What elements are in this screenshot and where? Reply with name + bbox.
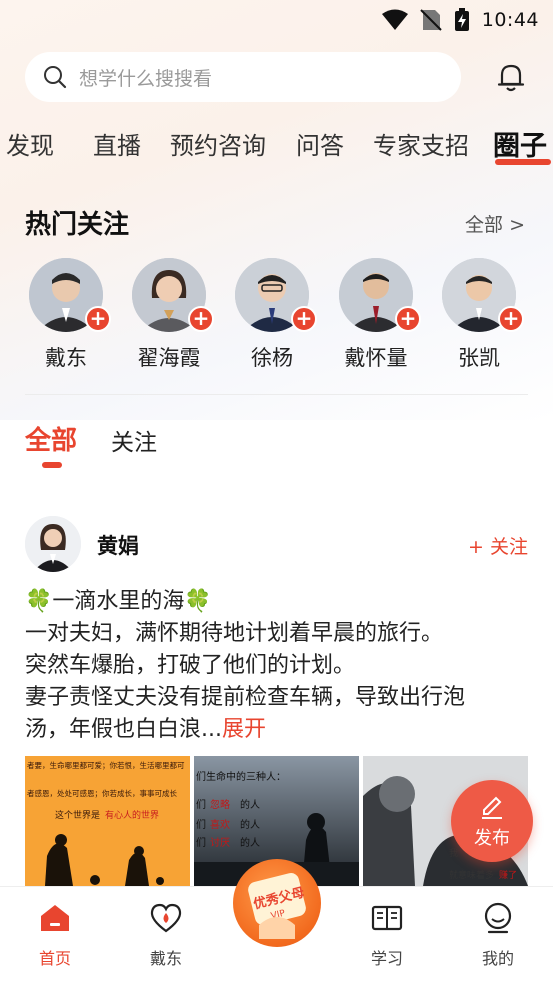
image-text: 们 [196,836,206,849]
tab-circle[interactable]: 圈子 [493,124,547,163]
nav-mine[interactable]: 我的 [458,901,538,969]
avatar[interactable] [25,516,81,572]
heart-icon [150,903,182,933]
image-text: 者感恩，处处可感恩；你若成长，事事可成长 [27,788,177,798]
profile-icon [484,902,512,934]
expert-card[interactable]: + 翟海霞 [117,258,221,372]
image-text: 忽略 [210,798,230,811]
expand-link[interactable]: 展开 [222,717,266,742]
post-username[interactable]: 黄娟 [97,530,139,560]
expert-card[interactable]: + 戴怀量 [324,258,428,372]
status-bar: 10:44 [0,0,553,40]
no-sim-icon [420,9,442,31]
image-text: 们生命中的三种人： [196,770,286,783]
post-body: 🍀一滴水里的海🍀 一对夫妇，满怀期待地计划着早晨的旅行。 突然车爆胎，打破了他们… [25,586,528,746]
image-text: 喜欢 [210,818,230,831]
search-icon [44,66,67,89]
search-input[interactable]: 想学什么搜搜看 [25,52,461,102]
expert-list: + 戴东 + 翟海霞 + 徐杨 + 戴怀量 + 张凯 [0,258,553,378]
image-text: 有心人的世界 [105,809,159,821]
see-all-link[interactable]: 全部 > [465,210,525,237]
image-text: 赚了 [499,869,517,881]
nav-label: 戴东 [149,949,182,968]
feed-tab-indicator [42,462,62,468]
image-text: 们 [196,818,206,831]
image-text: 的人 [240,798,260,811]
section-title: 热门关注 [25,210,130,240]
pencil-icon [482,796,502,819]
nav-learn[interactable]: 学习 [347,901,427,969]
tab-live[interactable]: 直播 [93,126,141,161]
image-text: 者要，生命哪里都可爱；你若恨，生活哪里都可 [27,760,185,770]
divider [25,394,528,395]
vip-center-button[interactable]: 优秀父母 VIP [233,859,321,947]
nav-label: 我的 [481,949,514,968]
post-image[interactable]: 者要，生命哪里都可爱；你若恨，生活哪里都可 者感恩，处处可感恩；你若成长，事事可… [25,756,190,886]
feed-post[interactable]: 黄娟 + 关注 🍀一滴水里的海🍀 一对夫妇，满怀期待地计划着早晨的旅行。 突然车… [25,516,528,746]
tab-qa[interactable]: 问答 [296,126,344,161]
post-line: 一对夫妇，满怀期待地计划着早晨的旅行。 [25,621,444,646]
expert-card[interactable]: + 戴东 [14,258,118,372]
post-line: 🍀一滴水里的海🍀 [25,589,212,614]
image-text: 们 [196,798,206,811]
image-text: 这个世界是 [55,809,100,821]
hot-follow-header: 热门关注 全部 > [25,204,525,240]
add-follow-button[interactable]: + [498,306,524,332]
expert-name: 徐杨 [251,346,293,370]
category-tabs: 发现 直播 预约咨询 问答 专家支招 圈子 [0,126,553,166]
status-time: 10:44 [481,9,539,31]
tab-active-indicator [495,159,551,165]
wifi-icon [381,9,408,30]
nav-daidong[interactable]: 戴东 [126,901,206,969]
publish-button[interactable]: 发布 [451,780,533,862]
bottom-navigation: 首页 戴东 优秀父母 VIP 学习 我的 [0,859,553,983]
nav-label: 首页 [38,949,71,968]
add-follow-button[interactable]: + [291,306,317,332]
tab-expert-tips[interactable]: 专家支招 [373,126,469,161]
add-follow-button[interactable]: + [395,306,421,332]
post-line: 汤，年假也白白浪... [25,717,222,742]
expert-name: 戴东 [45,346,87,370]
search-row: 想学什么搜搜看 [25,52,535,102]
add-follow-button[interactable]: + [85,306,111,332]
nav-label: 学习 [370,949,403,968]
book-icon [371,905,403,931]
nav-home[interactable]: 首页 [15,901,95,969]
search-placeholder: 想学什么搜搜看 [79,67,213,90]
expert-name: 张凯 [458,346,500,370]
tab-appointment[interactable]: 预约咨询 [170,126,266,161]
expert-card[interactable]: + 徐杨 [220,258,324,372]
image-text: 的人 [240,818,260,831]
post-line: 突然车爆胎，打破了他们的计划。 [25,653,356,678]
expert-name: 翟海霞 [137,346,201,370]
add-follow-button[interactable]: + [188,306,214,332]
home-icon [41,905,69,931]
expert-name: 戴怀量 [344,346,408,370]
bell-icon[interactable] [497,62,525,92]
feed-tab-following[interactable]: 关注 [111,423,157,457]
publish-label: 发布 [474,828,510,849]
post-line: 妻子责怪丈夫没有提前检查车辆，导致出行泡 [25,685,466,710]
expert-card[interactable]: + 张凯 [427,258,531,372]
image-text: 就意味着多 [449,869,494,881]
image-text: 讨厌 [210,837,230,849]
feed-tab-all[interactable]: 全部 [25,420,77,457]
tab-discover[interactable]: 发现 [6,126,54,161]
image-text: 的人 [240,836,260,849]
follow-button[interactable]: + 关注 [468,532,528,559]
battery-charging-icon [454,8,469,31]
